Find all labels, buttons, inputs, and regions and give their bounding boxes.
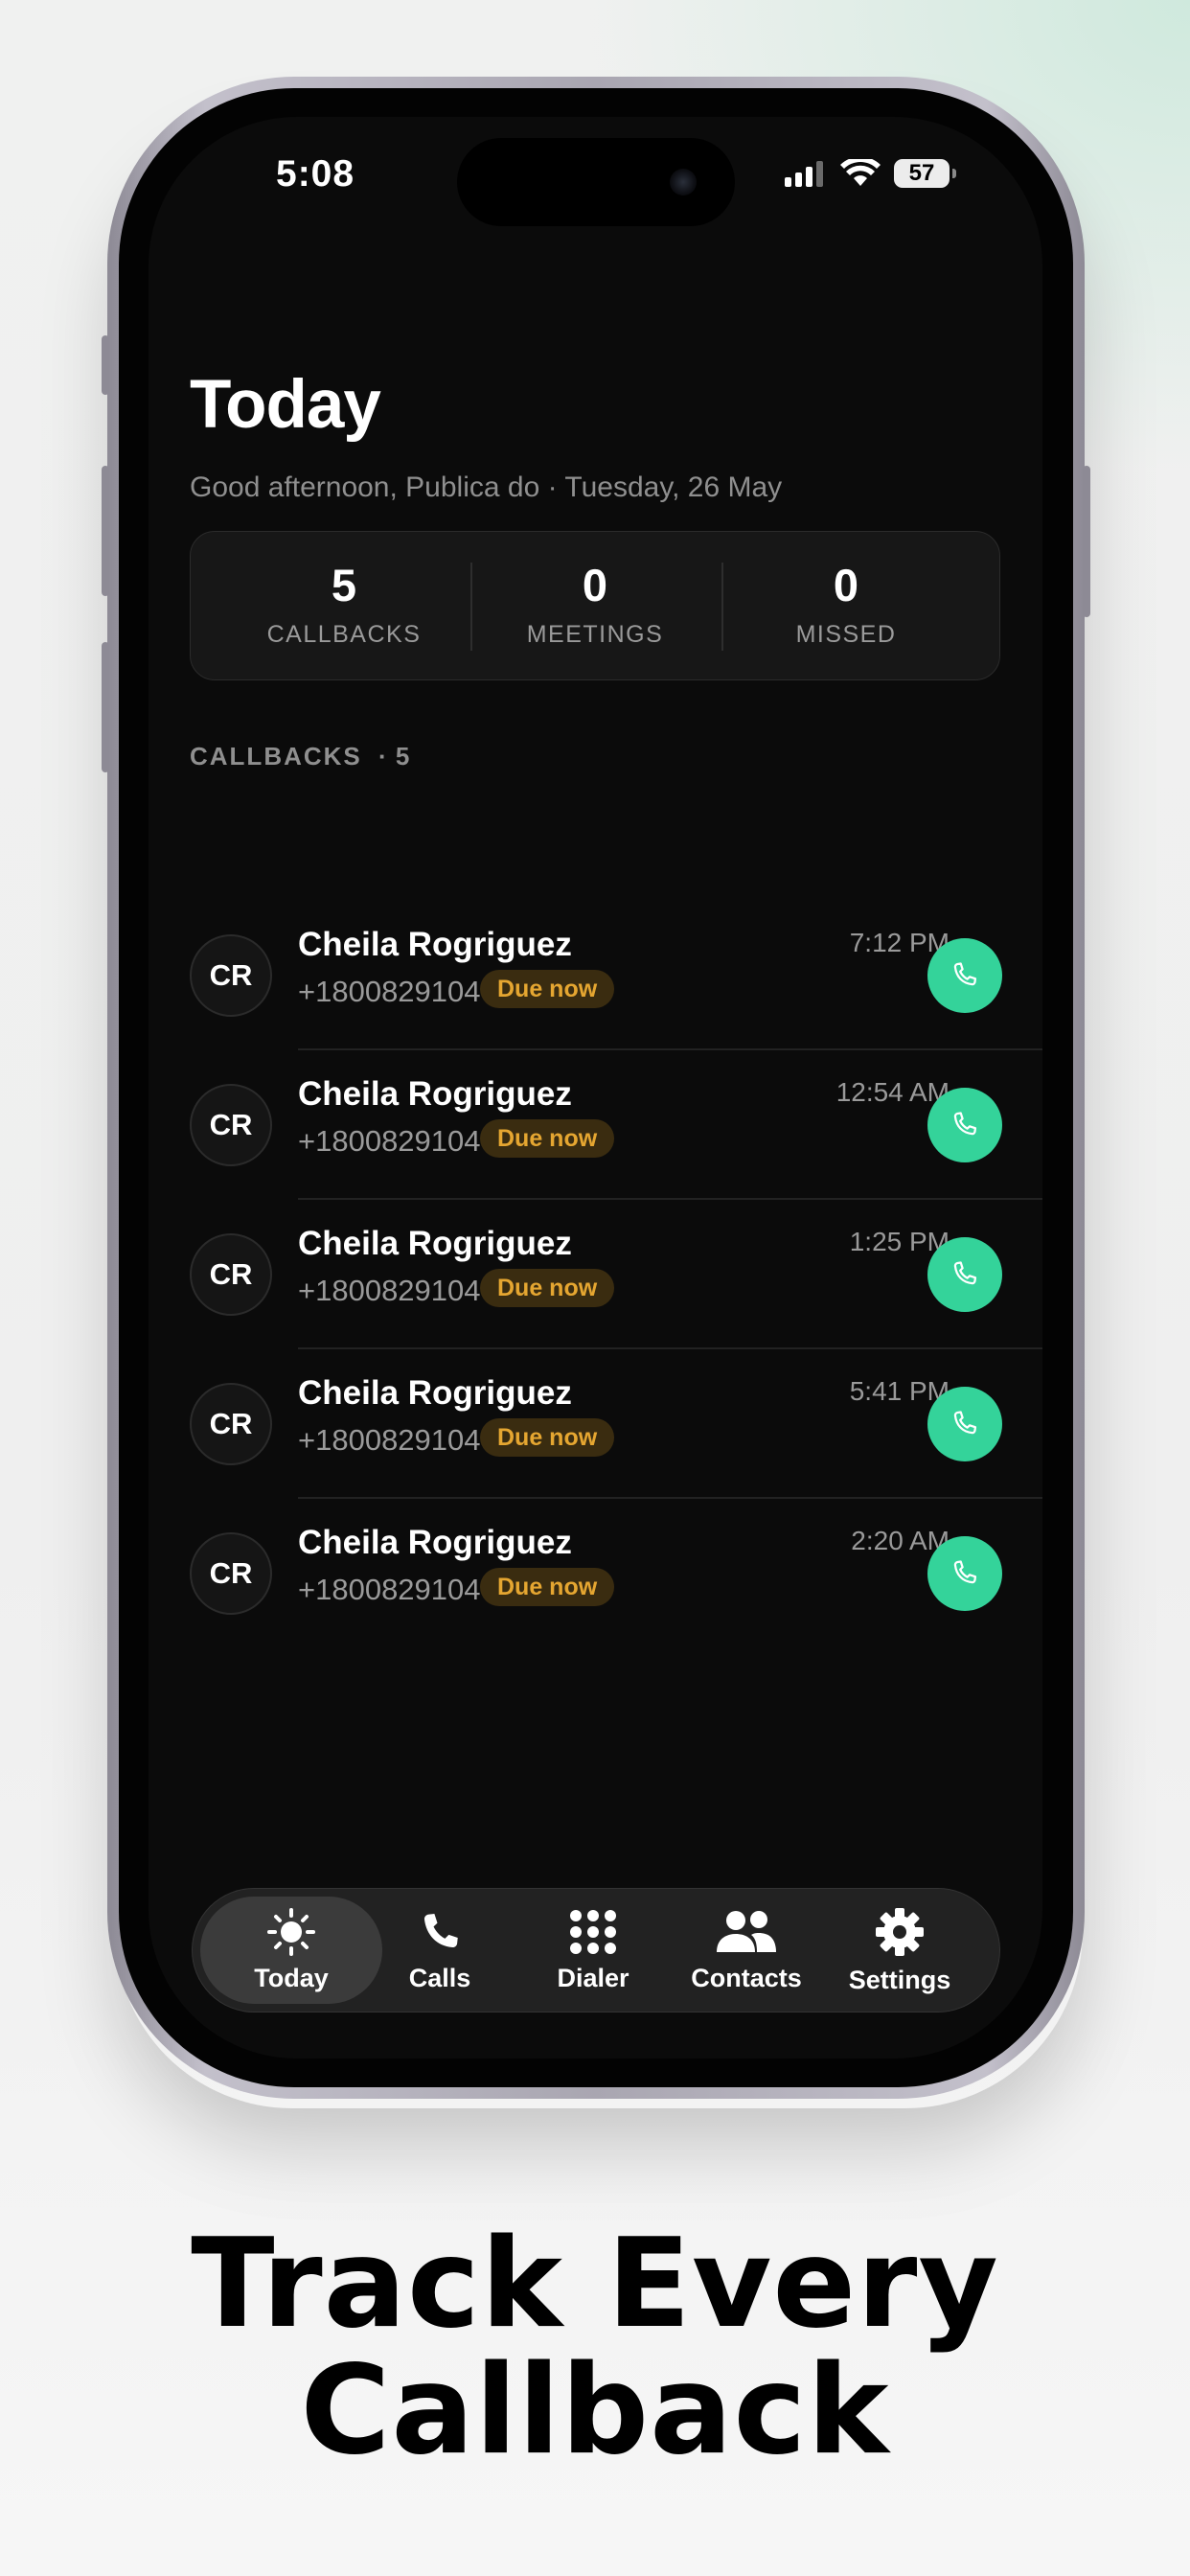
- section-header: CALLBACKS · 5: [190, 742, 410, 771]
- tab-label: Dialer: [557, 1963, 629, 1992]
- stats-card: 5 CALLBACKS 0 MEETINGS 0 MISSED: [190, 531, 1000, 680]
- call-button[interactable]: [927, 1387, 1002, 1461]
- tab-bar: Today Calls Dialer Contacts Settings: [192, 1888, 1000, 2012]
- callback-row[interactable]: CR Cheila Rogriguez +18008291040 Due now…: [190, 901, 1042, 1050]
- tab-contacts[interactable]: Contacts: [660, 1897, 833, 2004]
- contact-phone: +18008291040: [298, 1423, 497, 1457]
- contact-name: Cheila Rogriguez: [298, 926, 572, 963]
- due-badge: Due now: [480, 1568, 615, 1606]
- phone-screen: 5:08 57 Today Good afternoon, Publica do…: [149, 117, 1042, 2058]
- avatar: CR: [190, 1233, 272, 1316]
- call-button[interactable]: [927, 938, 1002, 1013]
- avatar: CR: [190, 1532, 272, 1615]
- stat-label: MISSED: [795, 621, 897, 648]
- tab-label: Today: [254, 1963, 329, 1992]
- call-button[interactable]: [927, 1088, 1002, 1162]
- page-title: Today: [190, 367, 381, 443]
- status-icons: 57: [785, 159, 956, 188]
- stat-label: CALLBACKS: [266, 621, 422, 648]
- gear-icon: [876, 1907, 924, 1956]
- status-time: 5:08: [276, 153, 355, 195]
- tab-calls[interactable]: Calls: [354, 1897, 526, 2004]
- headline-line: Track Every: [191, 2213, 999, 2356]
- avatar: CR: [190, 1383, 272, 1465]
- stat-value: 0: [582, 560, 608, 610]
- contact-name: Cheila Rogriguez: [298, 1524, 572, 1561]
- tab-label: Calls: [408, 1963, 471, 1992]
- section-count: · 5: [378, 742, 411, 770]
- avatar: CR: [190, 1084, 272, 1166]
- due-badge: Due now: [480, 1269, 615, 1307]
- contact-phone: +18008291040: [298, 1274, 497, 1307]
- keypad-icon: [570, 1909, 616, 1954]
- call-button[interactable]: [927, 1536, 1002, 1611]
- camera-icon: [670, 169, 697, 196]
- stat-meetings[interactable]: 0 MEETINGS: [470, 532, 720, 681]
- call-button[interactable]: [927, 1237, 1002, 1312]
- power-button: [1083, 466, 1090, 617]
- contact-phone: +18008291040: [298, 1573, 497, 1606]
- stat-value: 0: [833, 560, 859, 610]
- contact-name: Cheila Rogriguez: [298, 1374, 572, 1412]
- contact-phone: +18008291040: [298, 975, 497, 1008]
- sun-icon: [267, 1907, 315, 1956]
- tab-label: Settings: [848, 1965, 951, 1994]
- phone-icon: [953, 962, 977, 986]
- volume-up-button: [102, 466, 109, 596]
- contact-name: Cheila Rogriguez: [298, 1225, 572, 1262]
- tab-label: Contacts: [691, 1963, 802, 1992]
- battery-icon: 57: [894, 159, 956, 188]
- callback-row[interactable]: CR Cheila Rogriguez +18008291040 Due now…: [190, 1499, 1042, 1648]
- callback-row[interactable]: CR Cheila Rogriguez +18008291040 Due now…: [190, 1050, 1042, 1200]
- due-badge: Due now: [480, 970, 615, 1008]
- stat-value: 5: [331, 560, 357, 610]
- callback-row[interactable]: CR Cheila Rogriguez +18008291040 Due now…: [190, 1349, 1042, 1499]
- people-icon: [717, 1910, 776, 1952]
- callback-time: 12:54 AM: [835, 1077, 950, 1107]
- stat-missed[interactable]: 0 MISSED: [721, 532, 971, 681]
- phone-icon: [953, 1411, 977, 1435]
- dynamic-island: [457, 138, 735, 226]
- signal-icon: [785, 161, 823, 187]
- wifi-icon: [840, 159, 881, 186]
- tab-settings[interactable]: Settings: [813, 1897, 986, 2004]
- phone-icon: [953, 1261, 977, 1285]
- tab-dialer[interactable]: Dialer: [507, 1897, 679, 2004]
- contact-name: Cheila Rogriguez: [298, 1075, 572, 1113]
- due-badge: Due now: [480, 1418, 615, 1457]
- greeting-subtitle: Good afternoon, Publica do · Tuesday, 26…: [190, 472, 783, 503]
- phone-icon: [423, 1913, 458, 1947]
- phone-icon: [953, 1560, 977, 1584]
- contact-phone: +18008291040: [298, 1124, 497, 1158]
- avatar: CR: [190, 934, 272, 1017]
- stat-callbacks[interactable]: 5 CALLBACKS: [219, 532, 469, 681]
- section-label: CALLBACKS: [190, 742, 362, 770]
- due-badge: Due now: [480, 1119, 615, 1158]
- headline-line: Callback: [300, 2339, 890, 2482]
- marketing-headline: Track Every Callback: [0, 2221, 1190, 2474]
- volume-down-button: [102, 642, 109, 772]
- callback-row[interactable]: CR Cheila Rogriguez +18008291040 Due now…: [190, 1200, 1042, 1349]
- phone-icon: [953, 1112, 977, 1136]
- stat-label: MEETINGS: [526, 621, 664, 648]
- action-button: [102, 335, 109, 395]
